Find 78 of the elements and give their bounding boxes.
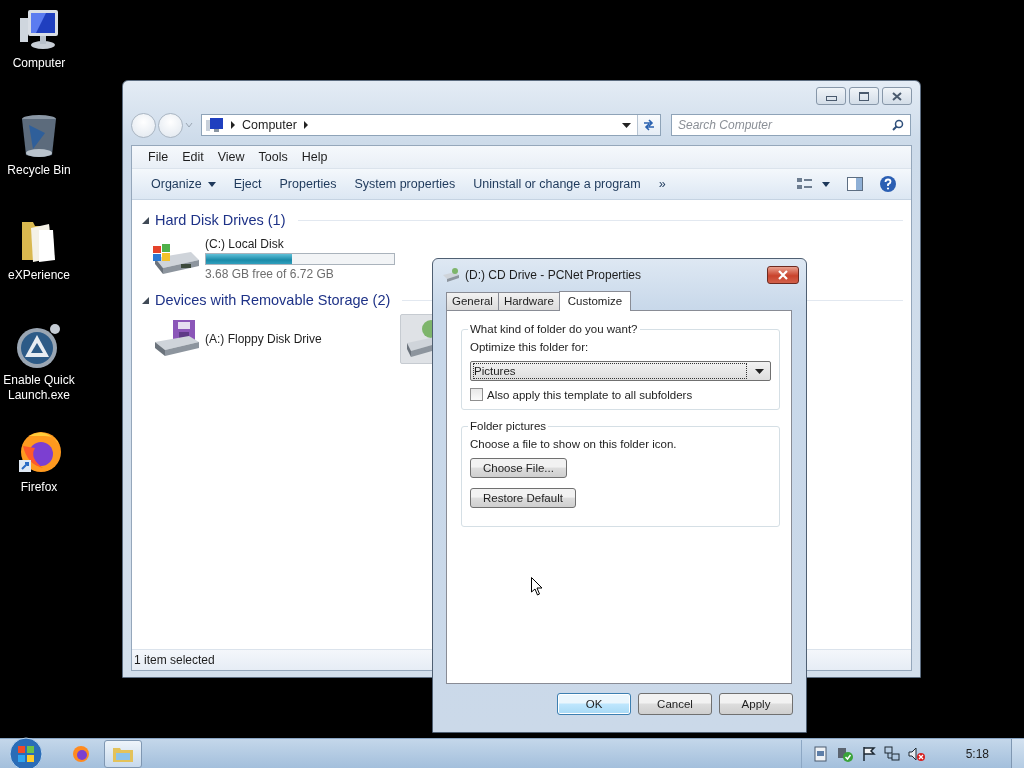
search-icon: [892, 119, 904, 131]
command-button[interactable]: Organize: [142, 172, 225, 196]
cd-drive-icon: [442, 268, 460, 282]
command-button[interactable]: Eject: [224, 172, 271, 196]
dialog-button[interactable]: Cancel: [638, 693, 712, 715]
search-box[interactable]: Search Computer: [671, 114, 911, 136]
menu-item[interactable]: File: [148, 150, 169, 164]
drive-item[interactable]: (C:) Local Disk 3.68 GB free of 6.72 GB: [146, 234, 400, 284]
maximize-button[interactable]: [849, 87, 879, 105]
mouse-cursor-icon: [531, 577, 543, 596]
network-icon[interactable]: [883, 745, 900, 762]
collapse-arrow-icon[interactable]: [142, 216, 149, 224]
flag-icon[interactable]: [861, 745, 876, 762]
breadcrumb-arrow-icon[interactable]: [230, 121, 236, 129]
menu-item[interactable]: Edit: [182, 150, 204, 164]
drive-item[interactable]: (A:) Floppy Disk Drive: [146, 314, 370, 364]
close-icon: [892, 91, 902, 101]
refresh-button[interactable]: [637, 115, 660, 135]
hard-drive-icon: [151, 242, 201, 276]
close-button[interactable]: [882, 87, 912, 105]
breadcrumb[interactable]: Computer: [242, 118, 297, 132]
tab[interactable]: General: [446, 292, 499, 310]
dialog-title: (D:) CD Drive - PCNet Properties: [465, 268, 642, 282]
command-button[interactable]: System properties: [345, 172, 465, 196]
caret-icon: [755, 368, 764, 374]
group-title: What kind of folder do you want?: [469, 323, 639, 335]
checkbox[interactable]: [470, 388, 483, 401]
tab[interactable]: Customize: [558, 291, 632, 311]
description-text: Choose a file to show on this folder icon.: [470, 438, 678, 450]
breadcrumb-arrow-icon[interactable]: [302, 121, 309, 129]
desktop-icon-label: Computer: [11, 56, 67, 71]
recycle-bin-icon[interactable]: [19, 113, 59, 159]
launcher-icon[interactable]: [15, 323, 63, 369]
clock[interactable]: 5:18: [965, 746, 989, 761]
address-bar[interactable]: Computer: [201, 114, 661, 136]
start-button[interactable]: [8, 738, 44, 768]
menu-item[interactable]: Tools: [258, 150, 288, 164]
group-title[interactable]: Devices with Removable Storage (2): [155, 292, 391, 308]
dialog-button[interactable]: Apply: [719, 693, 793, 715]
tab[interactable]: Hardware: [497, 292, 560, 310]
security-check-icon[interactable]: [835, 745, 854, 762]
command-button[interactable]: Properties: [270, 172, 346, 196]
checkbox-label[interactable]: Also apply this template to all subfolders: [487, 388, 693, 401]
dialog-button[interactable]: OK: [557, 693, 631, 715]
menu-item[interactable]: Help: [301, 150, 328, 164]
status-text: 1 item selected: [134, 653, 215, 667]
field-label: Optimize this folder for:: [470, 341, 590, 353]
desktop-icon-label: Recycle Bin: [6, 163, 72, 178]
computer-icon: [206, 117, 224, 133]
command-button[interactable]: »: [649, 172, 675, 196]
action-button[interactable]: Restore Default: [470, 488, 576, 508]
preview-pane-icon: [847, 177, 863, 191]
drive-name: (A:) Floppy Disk Drive: [205, 332, 322, 346]
taskbar-button[interactable]: [104, 739, 142, 768]
desktop-icon-label: eXPerience: [6, 268, 71, 283]
browser-icon: [71, 743, 91, 764]
close-button[interactable]: [767, 266, 799, 284]
command-button[interactable]: Uninstall or change a program: [464, 172, 650, 196]
view-list-icon: [797, 177, 831, 191]
close-icon: [777, 270, 789, 280]
caret-icon: [207, 181, 216, 187]
free-space-text: 3.68 GB free of 6.72 GB: [205, 267, 335, 281]
dropdown-caret-icon[interactable]: [622, 122, 631, 128]
group-title[interactable]: Hard Disk Drives (1): [155, 212, 286, 228]
collapse-arrow-icon[interactable]: [142, 296, 149, 304]
group-title: Folder pictures: [469, 420, 548, 432]
muted-speaker-icon[interactable]: [907, 745, 926, 762]
minimize-button[interactable]: [816, 87, 846, 105]
drive-name: (C:) Local Disk: [205, 237, 285, 251]
action-button[interactable]: Choose File...: [470, 458, 567, 478]
desktop-icon-label: Firefox: [19, 480, 59, 495]
folder-type-dropdown[interactable]: Pictures: [470, 361, 771, 381]
search-field[interactable]: Search Computer: [678, 118, 892, 132]
menu-item[interactable]: View: [217, 150, 245, 164]
help-icon: [879, 175, 897, 193]
document-icon[interactable]: [813, 745, 828, 762]
refresh-icon: [642, 118, 656, 132]
desktop-icon-label: Enable Quick Launch.exe: [2, 373, 76, 403]
